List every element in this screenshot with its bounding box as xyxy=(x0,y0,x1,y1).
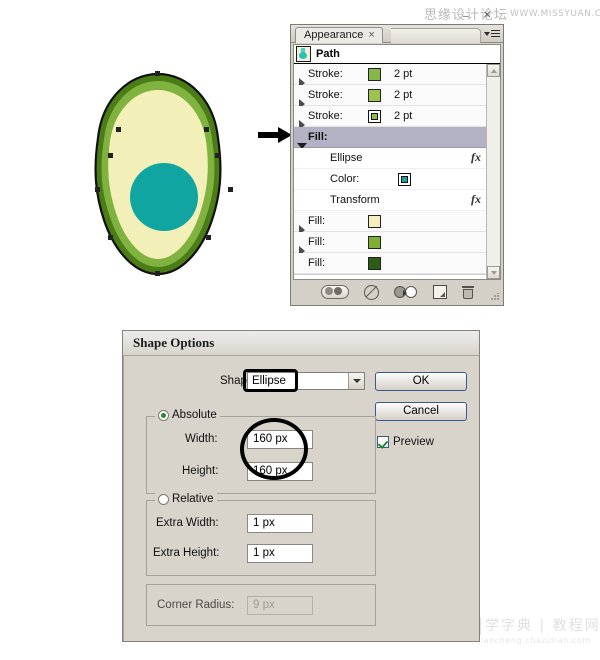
absolute-radio-row[interactable]: Absolute xyxy=(155,409,220,421)
extra-width-label: Extra Width: xyxy=(156,517,219,529)
watermark-top-url: WWW.MISSYUAN.COM xyxy=(510,9,600,19)
absolute-label: Absolute xyxy=(172,409,217,421)
appearance-row-label: Transform xyxy=(330,194,380,206)
appearance-row[interactable]: Stroke: 2 pt xyxy=(294,106,487,130)
color-swatch[interactable] xyxy=(368,88,381,102)
pointer-arrow-icon xyxy=(258,125,294,145)
width-input[interactable]: 160 px xyxy=(247,430,313,449)
appearance-row-label: Stroke: xyxy=(308,68,343,80)
close-icon[interactable]: ✕ xyxy=(483,10,491,21)
color-swatch[interactable] xyxy=(368,235,381,249)
absolute-group: Absolute Width: 160 px Height: 160 px xyxy=(146,409,376,494)
appearance-row-label: Fill: xyxy=(308,236,326,248)
effects-icon[interactable]: fx xyxy=(471,192,481,207)
relative-label: Relative xyxy=(172,493,214,505)
appearance-row-value: 2 pt xyxy=(394,68,413,80)
width-label: Width: xyxy=(185,433,218,445)
appearance-panel-footer[interactable] xyxy=(293,281,501,303)
appearance-row-label: Stroke: xyxy=(308,110,343,122)
preview-label: Preview xyxy=(393,436,434,448)
appearance-row[interactable]: Fill: xyxy=(294,232,487,256)
shape-select-value: Ellipse xyxy=(252,375,286,387)
duplicate-appearance-button[interactable] xyxy=(393,285,418,299)
avocado-half-illustration[interactable] xyxy=(58,68,258,298)
avocado-pit xyxy=(130,163,198,231)
shape-select[interactable]: Ellipse xyxy=(247,372,365,390)
corner-radius-label: Corner Radius: xyxy=(157,599,235,611)
appearance-row[interactable]: Color: xyxy=(294,169,487,190)
panel-tab-strip: Appearance × xyxy=(291,25,503,43)
height-label: Height: xyxy=(182,465,219,477)
relative-radio-row[interactable]: Relative xyxy=(155,493,217,505)
absolute-radio[interactable] xyxy=(158,409,169,421)
extra-height-label: Extra Height: xyxy=(153,547,220,559)
chevron-down-icon[interactable] xyxy=(348,373,364,389)
watermark-bottom: 学字典 | 教程网 jiaocheng.chazidian.com xyxy=(478,618,599,658)
appearance-row-label: Fill: xyxy=(308,131,328,143)
appearance-row[interactable]: Stroke: 2 pt xyxy=(294,64,487,88)
appearance-row[interactable]: Ellipse fx xyxy=(294,148,487,169)
color-swatch[interactable] xyxy=(368,256,381,270)
resize-grip[interactable] xyxy=(491,293,499,301)
preview-checkbox[interactable] xyxy=(377,436,389,448)
color-swatch[interactable] xyxy=(368,214,381,228)
tab-appearance-label: Appearance xyxy=(304,29,364,41)
relative-group: Relative Extra Width: 1 px Extra Height:… xyxy=(146,493,376,576)
chevron-down-icon xyxy=(484,32,490,36)
appearance-row-label: Stroke: xyxy=(308,89,343,101)
appearance-panel-body: Path Stroke: 2 pt Stroke: 2 pt Stroke: 2 pt Fi… xyxy=(293,44,501,280)
appearance-row-value: 2 pt xyxy=(394,110,413,122)
appearance-target-header[interactable]: Path xyxy=(294,45,500,64)
toggle-visibility-button[interactable] xyxy=(320,285,349,299)
scroll-up-button[interactable] xyxy=(487,64,500,77)
tab-close-icon[interactable]: × xyxy=(368,29,374,41)
minimize-icon[interactable]: – xyxy=(463,11,469,22)
avocado-svg xyxy=(94,71,233,276)
appearance-row-label: Color: xyxy=(330,173,360,185)
appearance-row-label: Fill: xyxy=(308,215,326,227)
appearance-row[interactable]: Fill: xyxy=(294,127,487,149)
height-input[interactable]: 160 px xyxy=(247,462,313,481)
extra-height-input[interactable]: 1 px xyxy=(247,544,313,563)
delete-appearance-button[interactable] xyxy=(461,285,474,299)
dialog-title: Shape Options xyxy=(123,331,479,356)
appearance-row[interactable]: Stroke: 2 pt xyxy=(294,85,487,109)
scroll-down-button[interactable] xyxy=(487,266,500,279)
appearance-row-label: Ellipse xyxy=(330,152,363,164)
appearance-row[interactable]: Transform fx xyxy=(294,190,487,211)
appearance-row[interactable]: Fill: xyxy=(294,253,487,274)
new-art-maintains-appearance-button[interactable] xyxy=(432,285,447,299)
path-thumbnail-icon xyxy=(296,46,311,62)
default-transparency-row[interactable]: Default Transparency xyxy=(294,274,487,280)
appearance-row-list[interactable]: Stroke: 2 pt Stroke: 2 pt Stroke: 2 pt Fill: El… xyxy=(294,64,487,279)
panel-window-buttons[interactable]: – ✕ xyxy=(461,10,501,25)
corner-radius-group: Corner Radius: 9 px xyxy=(146,584,376,626)
appearance-target-label: Path xyxy=(316,48,340,60)
watermark-bottom-url: jiaocheng.chazidian.com xyxy=(478,636,591,645)
watermark-bottom-chinese: 学字典 | 教程网 xyxy=(478,618,599,635)
tab-appearance[interactable]: Appearance × xyxy=(295,27,383,43)
appearance-row[interactable]: Fill: xyxy=(294,211,487,235)
appearance-row-value: 2 pt xyxy=(394,89,413,101)
preview-checkbox-row[interactable]: Preview xyxy=(377,436,434,448)
cancel-button[interactable]: Cancel xyxy=(375,402,467,421)
arrow-svg xyxy=(258,127,292,143)
clear-appearance-button[interactable] xyxy=(363,284,379,300)
panel-menu-button[interactable] xyxy=(484,29,500,41)
corner-radius-input: 9 px xyxy=(247,596,313,615)
ok-button[interactable]: OK xyxy=(375,372,467,391)
relative-radio[interactable] xyxy=(158,493,169,505)
panel-scrollbar[interactable] xyxy=(486,64,500,279)
default-transparency-label: Default Transparency xyxy=(304,279,409,280)
extra-width-input[interactable]: 1 px xyxy=(247,514,313,533)
appearance-row-label: Fill: xyxy=(308,257,326,269)
color-swatch[interactable] xyxy=(398,172,411,186)
color-swatch[interactable] xyxy=(368,67,381,81)
effects-icon[interactable]: fx xyxy=(471,150,481,165)
appearance-panel[interactable]: – ✕ Appearance × Path Stroke: 2 pt Stroke: 2… xyxy=(290,10,504,306)
hamburger-icon xyxy=(491,30,500,39)
tab-strip-filler xyxy=(391,28,481,43)
color-swatch[interactable] xyxy=(368,109,381,123)
